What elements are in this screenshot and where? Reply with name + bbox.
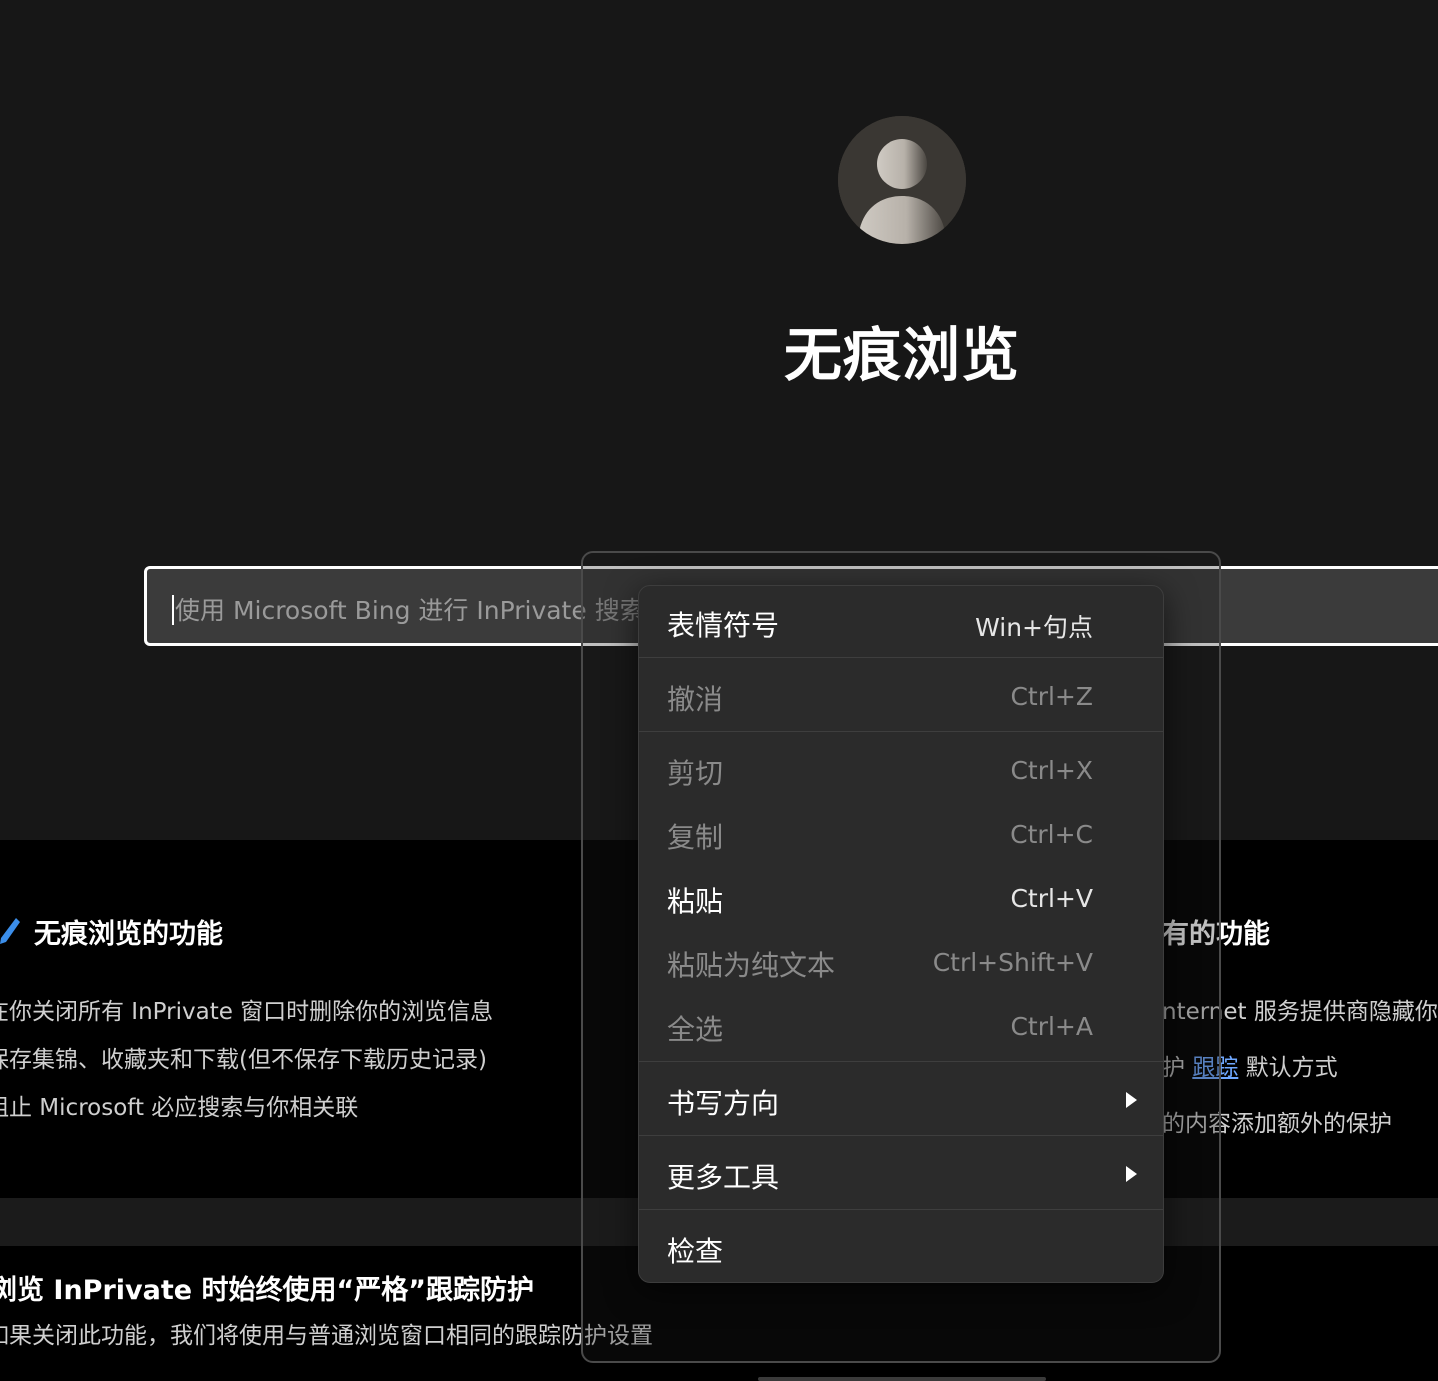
- left-feature-line-1: 在你关闭所有 InPrivate 窗口时删除你的浏览信息: [0, 999, 494, 1025]
- strict-tracking-toggle-label: 浏览 InPrivate 时始终使用“严格”跟踪防护: [0, 1275, 534, 1306]
- menu-item-select-all[interactable]: 全选 Ctrl+A: [639, 994, 1163, 1058]
- menu-item-shortcut: Ctrl+A: [1010, 1012, 1093, 1041]
- inprivate-new-tab-page: 无痕浏览 使用 Microsoft Bing 进行 InPrivate 搜索 无…: [0, 0, 1438, 1381]
- menu-item-label: 撤消: [667, 683, 724, 716]
- menu-item-shortcut: Win+句点: [975, 613, 1093, 642]
- menu-item-paste[interactable]: 粘贴 Ctrl+V: [639, 866, 1163, 930]
- menu-separator: [639, 1209, 1163, 1210]
- menu-separator: [639, 731, 1163, 732]
- menu-item-shortcut: Ctrl+Z: [1010, 682, 1093, 711]
- menu-item-label: 书写方向: [667, 1087, 780, 1120]
- menu-item-label: 全选: [667, 1013, 724, 1046]
- left-feature-line-2: 保存集锦、收藏夹和下载(但不保存下载历史记录): [0, 1047, 487, 1073]
- pen-icon: [0, 918, 20, 944]
- menu-separator: [639, 1135, 1163, 1136]
- menu-item-copy[interactable]: 复制 Ctrl+C: [639, 802, 1163, 866]
- menu-item-shortcut: Ctrl+C: [1010, 820, 1093, 849]
- menu-separator: [639, 1061, 1163, 1062]
- menu-item-label: 更多工具: [667, 1161, 780, 1194]
- menu-item-paste-plain-text[interactable]: 粘贴为纯文本 Ctrl+Shift+V: [639, 930, 1163, 994]
- menu-item-inspect[interactable]: 检查: [639, 1216, 1163, 1280]
- chevron-right-icon: [1126, 1092, 1137, 1108]
- menu-item-more-tools[interactable]: 更多工具: [639, 1142, 1163, 1206]
- left-section-heading: 无痕浏览的功能: [34, 919, 223, 950]
- menu-item-label: 表情符号: [667, 609, 780, 642]
- page-title: 无痕浏览: [783, 321, 1020, 389]
- menu-item-shortcut: Ctrl+X: [1010, 756, 1093, 785]
- scrollbar-thumb[interactable]: [758, 1377, 1046, 1381]
- menu-item-label: 复制: [667, 821, 724, 854]
- menu-item-undo[interactable]: 撤消 Ctrl+Z: [639, 664, 1163, 728]
- chevron-right-icon: [1126, 1166, 1137, 1182]
- menu-separator: [639, 657, 1163, 658]
- left-feature-line-3: 阻止 Microsoft 必应搜索与你相关联: [0, 1095, 359, 1121]
- strict-tracking-description: 如果关闭此功能，我们将使用与普通浏览窗口相同的跟踪防护设置: [0, 1323, 653, 1349]
- menu-item-label: 剪切: [667, 757, 724, 790]
- menu-item-emoji[interactable]: 表情符号 Win+句点: [639, 590, 1163, 654]
- menu-item-label: 粘贴: [667, 885, 724, 918]
- menu-item-label: 粘贴为纯文本: [667, 949, 836, 982]
- search-placeholder: 使用 Microsoft Bing 进行 InPrivate 搜索: [175, 596, 645, 625]
- menu-item-shortcut: Ctrl+V: [1010, 884, 1093, 913]
- menu-item-writing-direction[interactable]: 书写方向: [639, 1068, 1163, 1132]
- profile-avatar-icon[interactable]: [838, 116, 966, 244]
- text-caret: [172, 595, 174, 625]
- menu-item-label: 检查: [667, 1235, 724, 1268]
- right-line-2-suffix: 默认方式: [1245, 1055, 1338, 1081]
- context-menu: 表情符号 Win+句点 撤消 Ctrl+Z 剪切 Ctrl+X 复制 Ctrl+…: [638, 585, 1164, 1283]
- menu-item-shortcut: Ctrl+Shift+V: [932, 948, 1093, 977]
- menu-item-cut[interactable]: 剪切 Ctrl+X: [639, 738, 1163, 802]
